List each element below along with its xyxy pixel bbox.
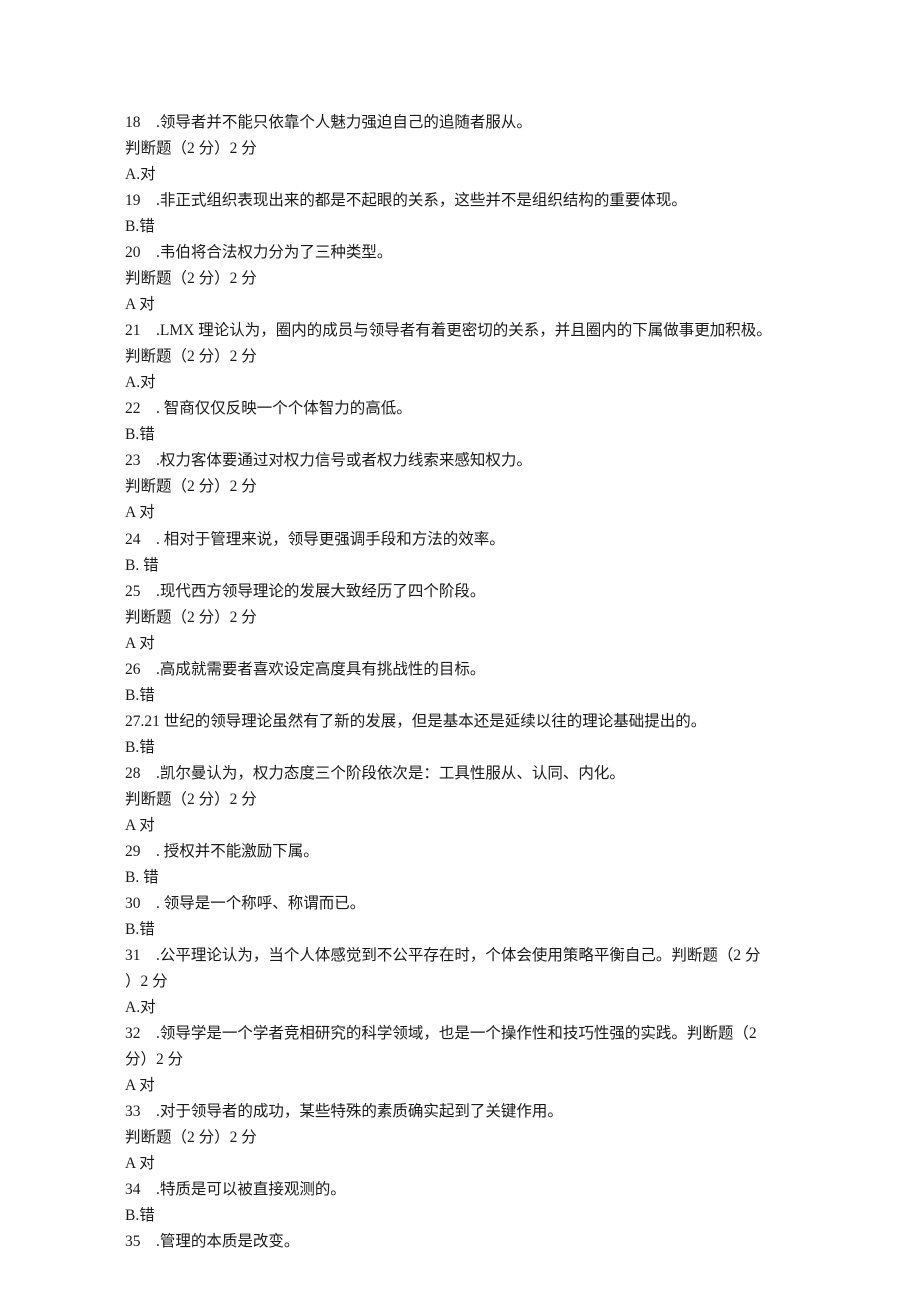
- text-line: 26 .高成就需要者喜欢设定高度具有挑战性的目标。: [125, 657, 795, 683]
- text-line: 分）2 分: [125, 1047, 795, 1073]
- text-line: 33 .对于领导者的成功，某些特殊的素质确实起到了关键作用。: [125, 1099, 795, 1125]
- text-line: B. 错: [125, 553, 795, 579]
- text-line: 22 . 智商仅仅反映一个个体智力的高低。: [125, 396, 795, 422]
- text-line: 35 .管理的本质是改变。: [125, 1229, 795, 1255]
- text-line: B. 错: [125, 865, 795, 891]
- text-line: A 对: [125, 1151, 795, 1177]
- text-line: ）2 分: [125, 969, 795, 995]
- text-line: 判断题（2 分）2 分: [125, 474, 795, 500]
- text-line: 25 .现代西方领导理论的发展大致经历了四个阶段。: [125, 579, 795, 605]
- text-line: A 对: [125, 813, 795, 839]
- text-line: 19 .非正式组织表现出来的都是不起眼的关系，这些并不是组织结构的重要体现。: [125, 188, 795, 214]
- text-line: 23 .权力客体要通过对权力信号或者权力线索来感知权力。: [125, 448, 795, 474]
- text-line: 判断题（2 分）2 分: [125, 136, 795, 162]
- text-line: A 对: [125, 631, 795, 657]
- text-line: B.错: [125, 1203, 795, 1229]
- text-line: 31 .公平理论认为，当个人体感觉到不公平存在时，个体会使用策略平衡自己。判断题…: [125, 943, 795, 969]
- text-line: B.错: [125, 214, 795, 240]
- text-line: 判断题（2 分）2 分: [125, 1125, 795, 1151]
- text-line: 32 .领导学是一个学者竞相研究的科学领域，也是一个操作性和技巧性强的实践。判断…: [125, 1021, 795, 1047]
- text-line: B.错: [125, 683, 795, 709]
- text-line: 21 .LMX 理论认为，圈内的成员与领导者有着更密切的关系，并且圈内的下属做事…: [125, 318, 795, 344]
- text-line: 18 .领导者并不能只依靠个人魅力强迫自己的追随者服从。: [125, 110, 795, 136]
- document-body: 18 .领导者并不能只依靠个人魅力强迫自己的追随者服从。判断题（2 分）2 分A…: [125, 110, 795, 1255]
- text-line: 30 . 领导是一个称呼、称谓而已。: [125, 891, 795, 917]
- text-line: B.错: [125, 735, 795, 761]
- text-line: A.对: [125, 162, 795, 188]
- text-line: 34 .特质是可以被直接观测的。: [125, 1177, 795, 1203]
- text-line: 判断题（2 分）2 分: [125, 787, 795, 813]
- text-line: 27.21 世纪的领导理论虽然有了新的发展，但是基本还是延续以往的理论基础提出的…: [125, 709, 795, 735]
- text-line: 20 .韦伯将合法权力分为了三种类型。: [125, 240, 795, 266]
- text-line: 判断题（2 分）2 分: [125, 344, 795, 370]
- text-line: A.对: [125, 995, 795, 1021]
- text-line: 判断题（2 分）2 分: [125, 266, 795, 292]
- text-line: 29 . 授权并不能激励下属。: [125, 839, 795, 865]
- text-line: A 对: [125, 1073, 795, 1099]
- text-line: B.错: [125, 917, 795, 943]
- text-line: 24 . 相对于管理来说，领导更强调手段和方法的效率。: [125, 527, 795, 553]
- text-line: A.对: [125, 370, 795, 396]
- text-line: 28 .凯尔曼认为，权力态度三个阶段依次是：工具性服从、认同、内化。: [125, 761, 795, 787]
- text-line: A 对: [125, 292, 795, 318]
- text-line: 判断题（2 分）2 分: [125, 605, 795, 631]
- text-line: A 对: [125, 500, 795, 526]
- text-line: B.错: [125, 422, 795, 448]
